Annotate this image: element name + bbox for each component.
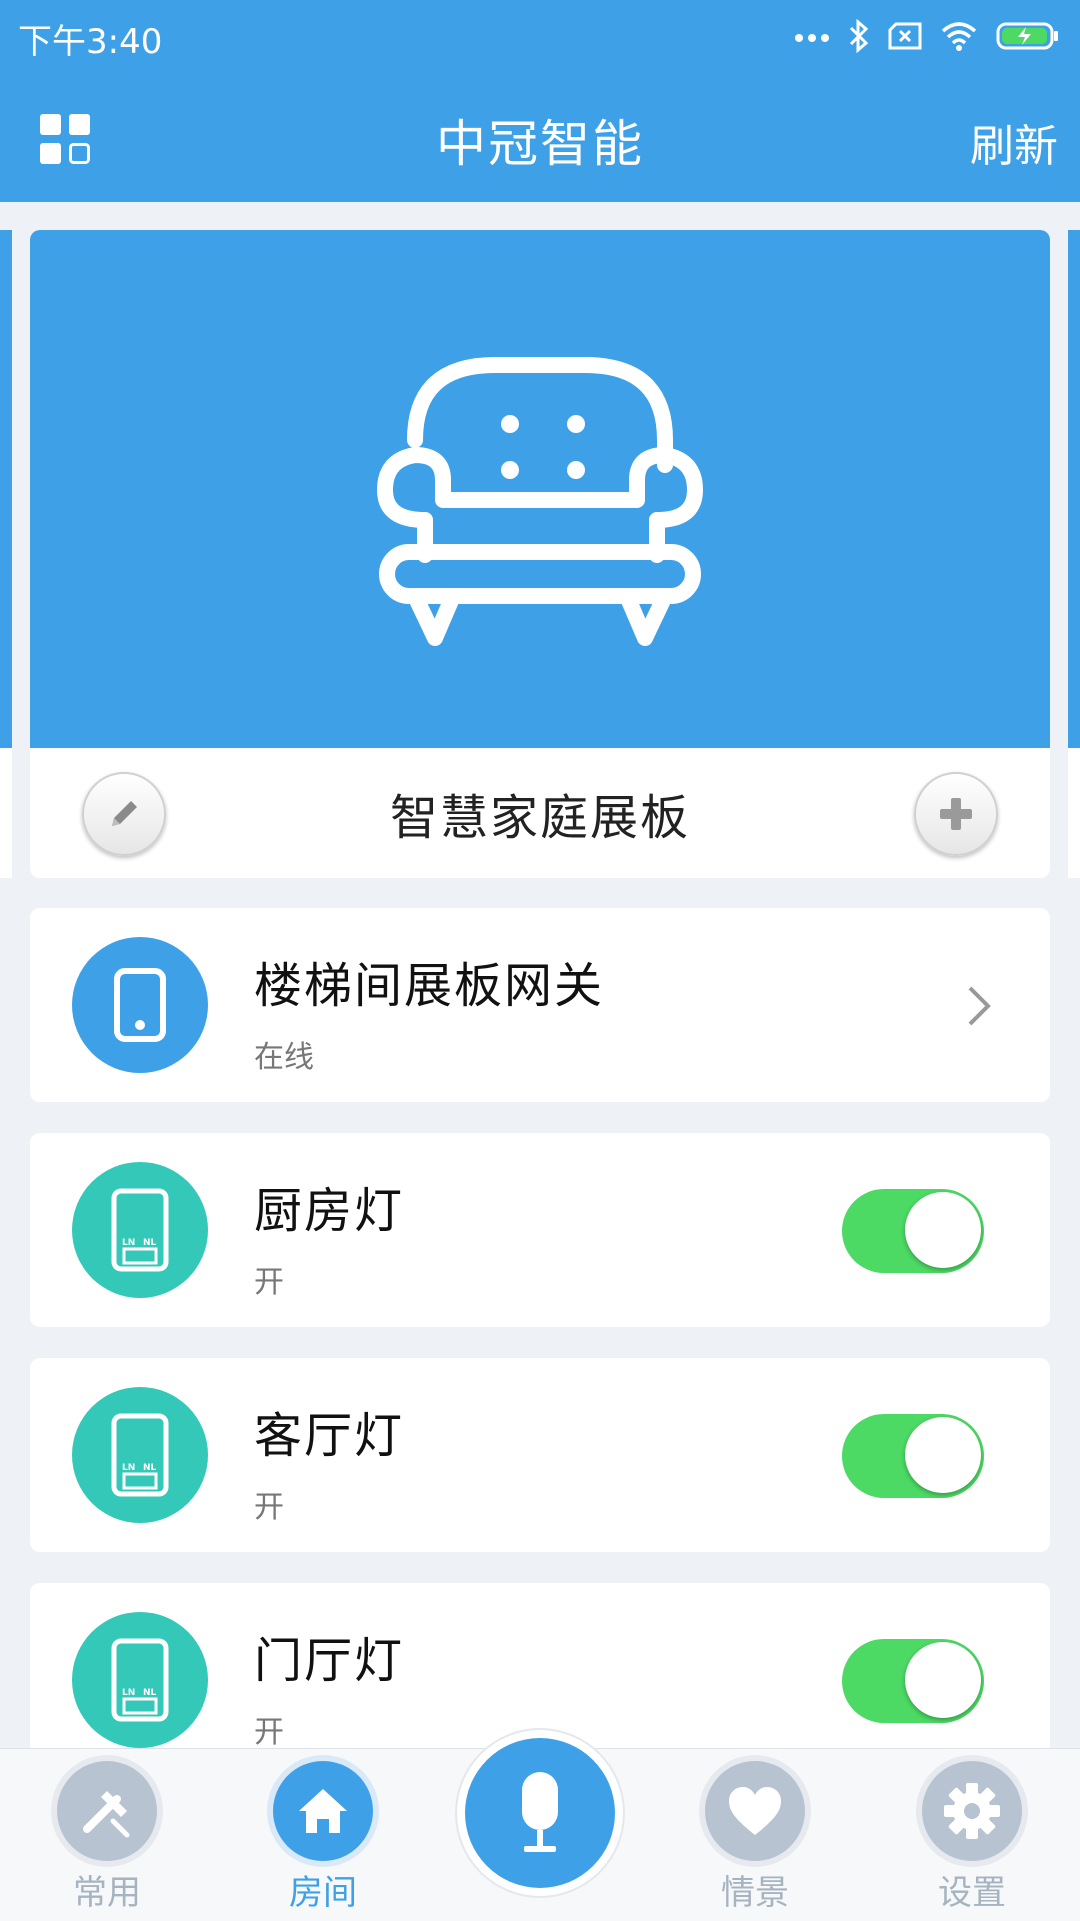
switch-label-ln: LN: [122, 1688, 135, 1698]
refresh-button[interactable]: 刷新: [970, 110, 1058, 174]
carousel-next-card[interactable]: [1068, 230, 1080, 878]
toggle-knob: [905, 1642, 981, 1718]
switch-label-nl: NL: [143, 1463, 157, 1473]
tab-icon-circle: [705, 1761, 805, 1861]
device-name: 厨房灯: [254, 1183, 405, 1239]
sofa-icon: [377, 357, 703, 646]
toggle-knob: [905, 1192, 981, 1268]
device-icon: LN NL: [72, 1612, 208, 1748]
device-icon: [72, 937, 208, 1073]
device-toggle[interactable]: [842, 1414, 984, 1498]
device-name: 客厅灯: [254, 1408, 405, 1464]
status-time: 下午3:40: [18, 22, 163, 62]
room-card: 智慧家庭展板: [30, 230, 1050, 878]
chevron-right-icon: [968, 986, 991, 1026]
status-icons: [794, 16, 1060, 56]
tab-settings[interactable]: 设置: [897, 1749, 1047, 1921]
room-footer: 智慧家庭展板: [30, 748, 1050, 878]
switch-label-ln: LN: [122, 1463, 135, 1473]
wifi-icon: [941, 22, 977, 51]
tab-scenes[interactable]: 情景: [680, 1749, 830, 1921]
device-toggle[interactable]: [842, 1639, 984, 1723]
room-name: 智慧家庭展板: [389, 790, 690, 846]
room-image[interactable]: [30, 230, 1050, 748]
device-status: 开: [254, 1715, 284, 1750]
heart-icon: [729, 1787, 781, 1835]
more-dots-icon: [795, 34, 829, 42]
tab-rooms[interactable]: 房间: [248, 1749, 398, 1921]
device-icon: LN NL: [72, 1162, 208, 1298]
switch-panel-icon: LN NL: [111, 1188, 169, 1272]
microphone-icon: [522, 1772, 558, 1852]
tools-icon: [83, 1791, 130, 1838]
no-sim-icon: [888, 22, 922, 50]
phone-icon: [114, 968, 166, 1042]
device-icon: LN NL: [72, 1387, 208, 1523]
bluetooth-icon: [849, 19, 869, 53]
toggle-knob: [905, 1417, 981, 1493]
tab-icon-circle: [922, 1761, 1022, 1861]
switch-label-nl: NL: [143, 1688, 157, 1698]
device-name: 楼梯间展板网关: [254, 958, 605, 1014]
tab-icon-circle: [273, 1761, 373, 1861]
home-icon: [299, 1789, 347, 1833]
app-title: 中冠智能: [436, 115, 644, 173]
battery-icon: [996, 22, 1058, 50]
device-name: 门厅灯: [254, 1633, 405, 1689]
tab-label: 常用: [73, 1873, 141, 1913]
tab-label: 情景: [721, 1873, 789, 1913]
device-toggle[interactable]: [842, 1189, 984, 1273]
device-card-kitchen-light[interactable]: LN NL 厨房灯 开: [30, 1133, 1050, 1327]
plus-icon: [940, 798, 972, 830]
carousel-prev-card[interactable]: [0, 230, 12, 878]
status-bar: 下午3:40: [0, 0, 1080, 76]
switch-panel-icon: LN NL: [111, 1638, 169, 1722]
tab-label: 设置: [938, 1873, 1006, 1913]
voice-button[interactable]: [465, 1738, 615, 1888]
tab-icon-circle: [57, 1761, 157, 1861]
gear-icon: [944, 1783, 1000, 1839]
device-status: 在线: [254, 1040, 314, 1075]
switch-label-nl: NL: [143, 1238, 157, 1248]
device-card-gateway[interactable]: 楼梯间展板网关 在线: [30, 908, 1050, 1102]
switch-label-ln: LN: [122, 1238, 135, 1248]
app-bar: 中冠智能 刷新: [0, 76, 1080, 202]
device-card-living-room-light[interactable]: LN NL 客厅灯 开: [30, 1358, 1050, 1552]
device-status: 开: [254, 1490, 284, 1525]
device-status: 开: [254, 1265, 284, 1300]
switch-panel-icon: LN NL: [111, 1413, 169, 1497]
tab-label: 房间: [289, 1873, 357, 1913]
tab-common[interactable]: 常用: [32, 1749, 182, 1921]
add-device-button[interactable]: [914, 772, 998, 856]
